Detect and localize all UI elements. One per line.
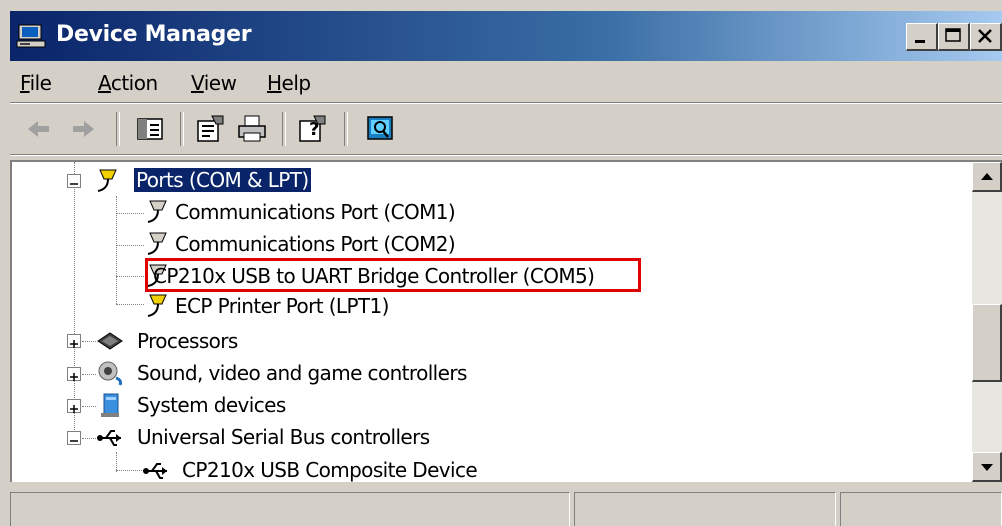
minimize-button[interactable]	[906, 23, 938, 51]
arrow-up-icon	[981, 173, 993, 180]
menu-view[interactable]: View	[191, 71, 237, 95]
show-hide-console-tree-icon[interactable]	[134, 113, 166, 145]
toolbar-separator	[344, 112, 348, 146]
menu-help[interactable]: Help	[267, 71, 311, 95]
tree-item-processors[interactable]: Processors	[137, 329, 238, 353]
usb-icon	[97, 430, 121, 446]
menu-action[interactable]: Action	[98, 71, 158, 95]
tree-item-ports[interactable]: Ports (COM & LPT)	[134, 168, 311, 192]
tree-line	[82, 438, 96, 439]
arrow-down-icon	[981, 464, 993, 471]
annotation-highlight-box	[145, 258, 641, 292]
tree-line	[116, 213, 144, 214]
port-icon	[97, 169, 117, 192]
tree-item-lpt1[interactable]: ECP Printer Port (LPT1)	[175, 294, 389, 318]
system-devices-icon	[101, 393, 119, 417]
scan-hardware-changes-icon[interactable]	[364, 113, 396, 145]
processor-icon	[97, 332, 123, 350]
help-icon[interactable]: ?	[296, 113, 328, 145]
properties-icon[interactable]	[194, 113, 226, 145]
maximize-button[interactable]	[938, 23, 970, 51]
tree-line	[116, 304, 144, 305]
printer-port-icon	[147, 294, 167, 317]
device-tree[interactable]: Ports (COM & LPT) Communications Port (C…	[10, 160, 1002, 482]
computer-icon	[16, 24, 46, 48]
tree-item-com2[interactable]: Communications Port (COM2)	[175, 232, 456, 256]
expand-toggle[interactable]	[67, 399, 81, 413]
status-bar	[10, 486, 1002, 526]
device-manager-window: Device Manager File Action View Help ? P…	[0, 0, 1002, 526]
port-icon	[147, 232, 167, 255]
speaker-icon	[98, 361, 122, 386]
vertical-scrollbar[interactable]	[972, 162, 1002, 482]
toolbar: ?	[10, 104, 1002, 155]
tree-line	[116, 470, 144, 471]
tree-item-cp210x-composite[interactable]: CP210x USB Composite Device	[182, 458, 478, 482]
tree-item-com1[interactable]: Communications Port (COM1)	[175, 200, 456, 224]
tree-line	[116, 276, 144, 277]
port-icon	[147, 200, 167, 223]
collapse-toggle[interactable]	[67, 431, 81, 445]
forward-arrow-icon[interactable]	[68, 113, 100, 145]
back-arrow-icon[interactable]	[22, 113, 54, 145]
title-bar[interactable]: Device Manager	[10, 11, 1002, 61]
menu-bar: File Action View Help	[10, 64, 1002, 103]
maximize-icon	[945, 28, 961, 42]
toolbar-separator	[116, 112, 120, 146]
menu-file[interactable]: File	[20, 71, 52, 95]
scroll-up-button[interactable]	[972, 162, 1002, 192]
tree-item-usb-controllers[interactable]: Universal Serial Bus controllers	[137, 425, 430, 449]
close-button[interactable]	[970, 23, 1002, 51]
usb-icon	[143, 463, 167, 479]
close-icon	[978, 29, 992, 43]
tree-line	[82, 341, 96, 342]
minimize-icon	[915, 40, 925, 43]
expand-toggle[interactable]	[67, 334, 81, 348]
expand-toggle[interactable]	[67, 367, 81, 381]
toolbar-separator	[180, 112, 184, 146]
scroll-thumb[interactable]	[972, 304, 1002, 382]
status-panel	[574, 492, 836, 526]
window-title: Device Manager	[56, 22, 252, 47]
tree-line	[74, 162, 75, 434]
tree-item-system-devices[interactable]: System devices	[137, 393, 286, 417]
collapse-toggle[interactable]	[67, 174, 81, 188]
scroll-down-button[interactable]	[972, 452, 1002, 482]
tree-line	[116, 245, 144, 246]
tree-line	[82, 374, 96, 375]
tree-item-sound[interactable]: Sound, video and game controllers	[137, 361, 467, 385]
toolbar-separator	[282, 112, 286, 146]
status-panel	[840, 492, 1002, 526]
tree-line	[82, 406, 96, 407]
status-panel	[10, 492, 570, 526]
print-icon[interactable]	[236, 113, 268, 145]
tree-line	[116, 452, 117, 472]
